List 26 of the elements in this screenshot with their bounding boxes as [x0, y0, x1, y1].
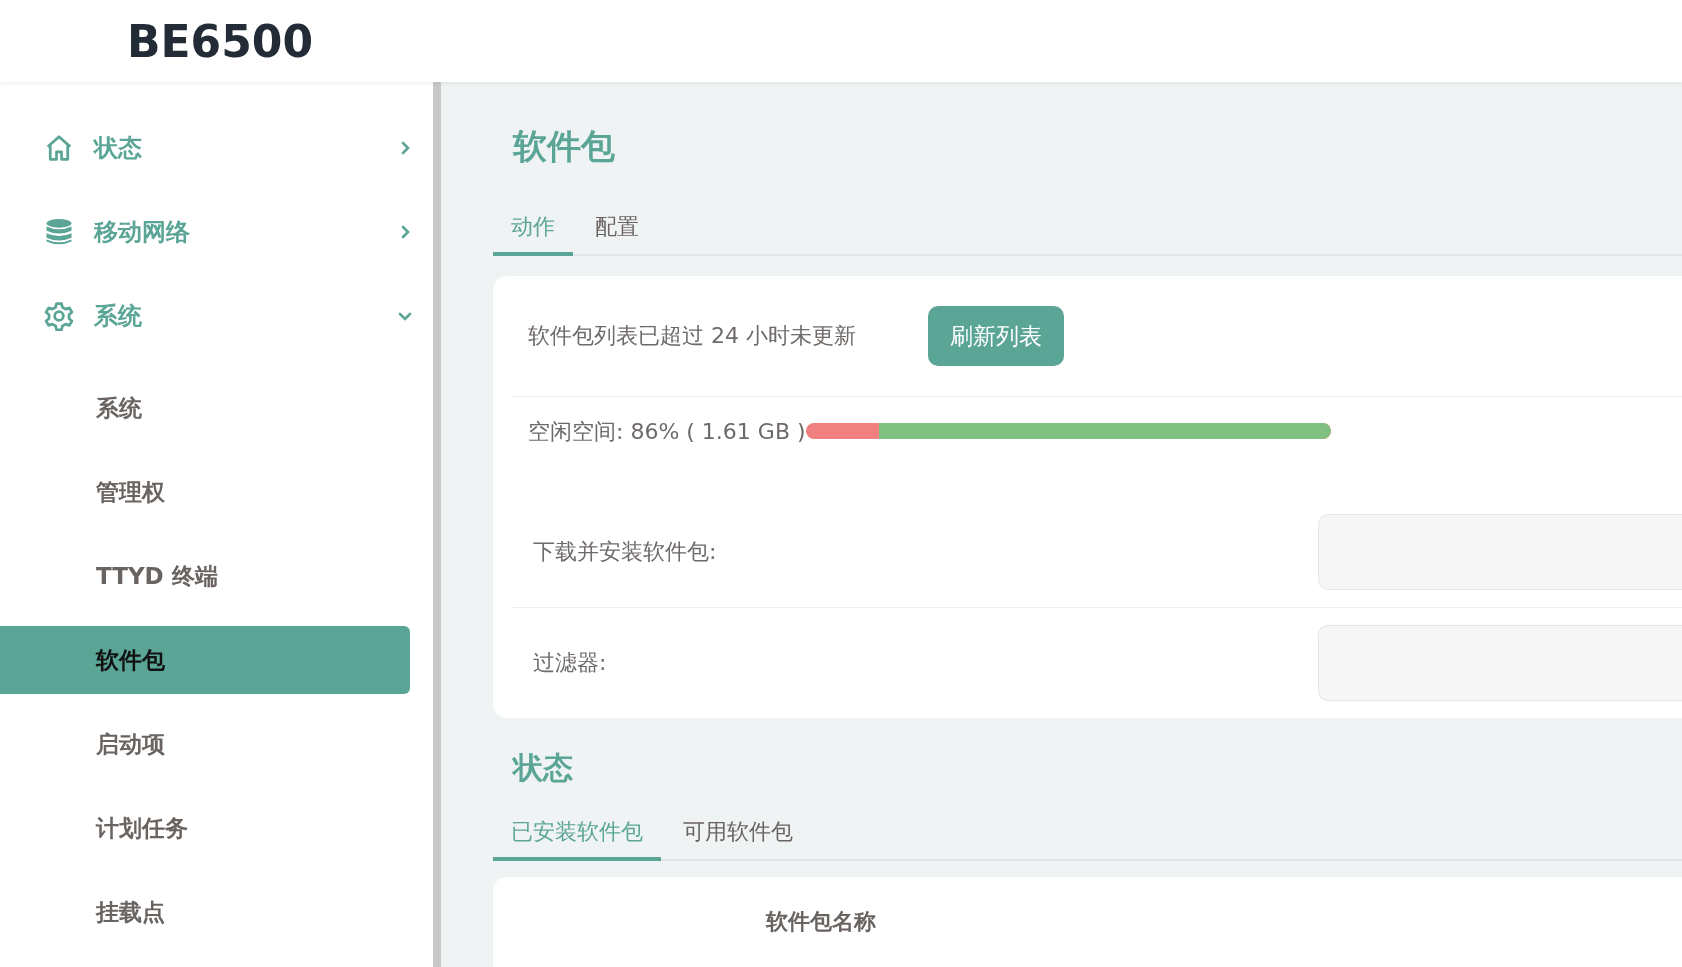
notice-text: 软件包列表已超过 24 小时未更新: [528, 322, 856, 350]
sidebar-item[interactable]: 状态: [0, 106, 433, 190]
tab[interactable]: 配置: [577, 206, 657, 256]
sidebar-item[interactable]: 系统: [0, 274, 433, 358]
field-label: 过滤器:: [533, 649, 608, 677]
column-header: 软件包名称: [766, 909, 876, 934]
free-space-text: 空闲空间: 86% ( 1.61 GB ): [528, 418, 806, 446]
sidebar-subitem[interactable]: 软件包: [0, 626, 410, 694]
page-title: 软件包: [513, 125, 616, 168]
sidebar-subitem[interactable]: 计划任务: [0, 794, 410, 862]
section-title: 状态: [513, 749, 574, 787]
input-field[interactable]: [1318, 625, 1682, 701]
refresh-button[interactable]: 刷新列表: [928, 306, 1064, 366]
sidebar-subitem[interactable]: 启动项: [0, 710, 410, 778]
sidebar-item[interactable]: 移动网络: [0, 190, 433, 274]
sidebar-subitem[interactable]: TTYD 终端: [0, 542, 410, 610]
tab[interactable]: 可用软件包: [665, 811, 811, 861]
sidebar-subitem[interactable]: 管理权: [0, 458, 410, 526]
logo-text: BE6500: [127, 15, 314, 67]
home-icon: [44, 133, 74, 163]
field-label: 下载并安装软件包:: [533, 538, 718, 566]
sidebar-subitem[interactable]: 系统: [0, 374, 410, 442]
settings-icon: [44, 301, 74, 331]
database-icon: [44, 217, 74, 247]
input-field[interactable]: [1318, 514, 1682, 590]
sidebar-subitem[interactable]: 挂载点: [0, 878, 410, 946]
